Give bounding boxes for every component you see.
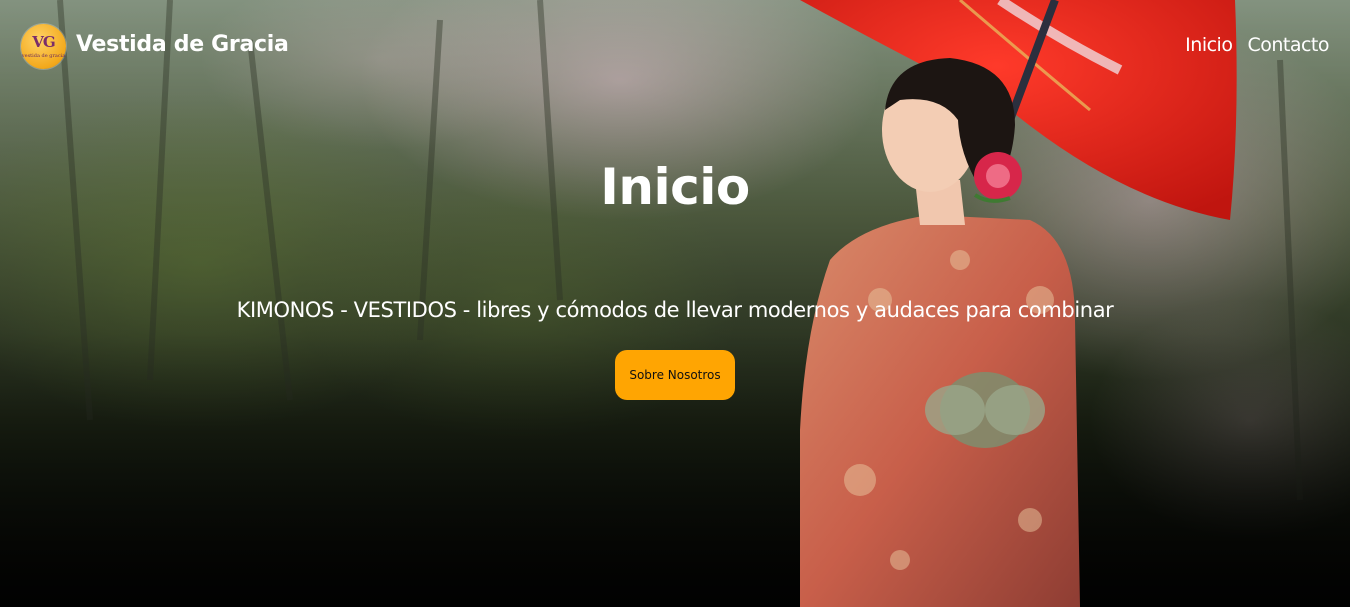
logo-subtext: vestida de gracia [21, 53, 66, 59]
nav-link-inicio[interactable]: Inicio [1185, 34, 1233, 56]
about-us-button[interactable]: Sobre Nosotros [615, 350, 735, 400]
hero-title: Inicio [600, 158, 750, 216]
brand-logo[interactable]: VG vestida de gracia [21, 24, 66, 69]
nav-link-contacto[interactable]: Contacto [1247, 34, 1329, 56]
logo-monogram: VG [32, 33, 55, 51]
hero-tagline: KIMONOS - VESTIDOS - libres y cómodos de… [236, 298, 1114, 322]
brand-name[interactable]: Vestida de Gracia [76, 32, 289, 57]
hero-section: VG vestida de gracia Vestida de Gracia I… [0, 0, 1350, 607]
top-navbar: VG vestida de gracia Vestida de Gracia I… [0, 0, 1350, 94]
main-nav: Inicio Contacto [1185, 34, 1329, 56]
